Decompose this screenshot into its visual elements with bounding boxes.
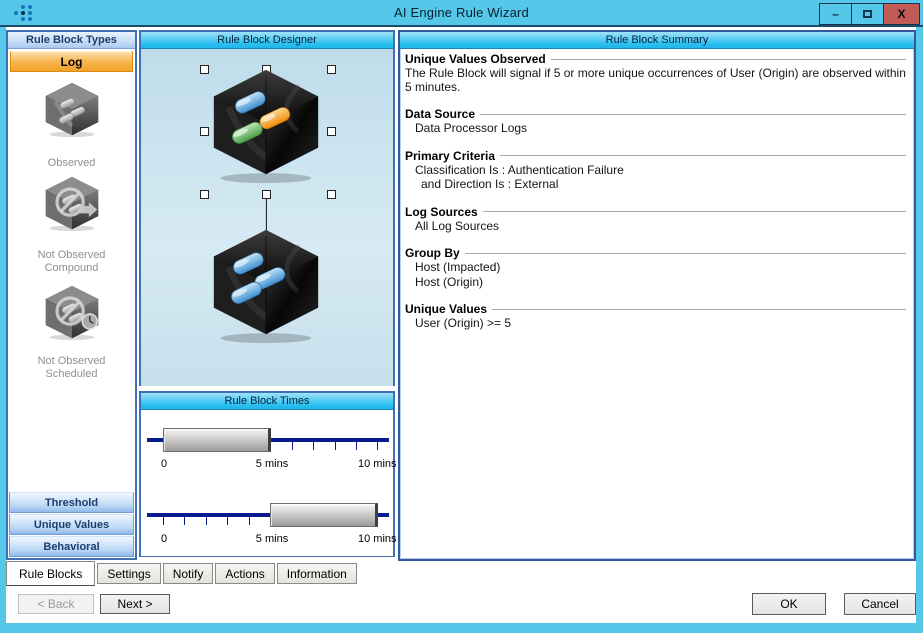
- tab-rule-blocks[interactable]: Rule Blocks: [6, 561, 95, 586]
- ai-engine-rule-wizard-window: AI Engine Rule Wizard – X Rule Block Typ…: [0, 0, 923, 633]
- close-button[interactable]: X: [883, 3, 920, 25]
- rule-block-summary-panel: Rule Block Summary Unique Values Observe…: [398, 30, 916, 561]
- type-item-not-observed-scheduled[interactable]: Not Observed Scheduled: [8, 284, 135, 381]
- summary-line: The Rule Block will signal if 5 or more …: [405, 67, 908, 94]
- rule-block-designer-panel: Rule Block Designer: [139, 30, 395, 386]
- tab-bar: Rule Blocks Settings Notify Actions Info…: [6, 561, 359, 587]
- maximize-button[interactable]: [851, 3, 884, 25]
- app-logo-icon: [14, 5, 34, 22]
- summary-line: All Log Sources: [405, 220, 908, 234]
- back-button[interactable]: < Back: [18, 594, 94, 614]
- summary-line: Host (Impacted): [405, 261, 908, 275]
- slider-label: 10 mins: [358, 458, 397, 470]
- summary-section: Data Source Data Processor Logs: [405, 107, 908, 136]
- selection-handle[interactable]: [327, 127, 336, 136]
- section-heading: Primary Criteria: [405, 149, 908, 163]
- time-range-slider-1[interactable]: 0 5 mins 10 mins: [147, 422, 389, 478]
- slider-label: 5 mins: [256, 533, 288, 545]
- slider-thumb[interactable]: [163, 428, 271, 452]
- time-range-slider-2[interactable]: 0 5 mins 10 mins: [147, 497, 389, 553]
- times-body: 0 5 mins 10 mins 0 5 mins 10 mins: [141, 410, 393, 556]
- slider-label: 10 mins: [358, 533, 397, 545]
- slider-thumb[interactable]: [270, 503, 378, 527]
- section-heading: Log Sources: [405, 205, 908, 219]
- cancel-button[interactable]: Cancel: [844, 593, 916, 615]
- section-heading: Unique Values Observed: [405, 52, 908, 66]
- tick-mark: [292, 442, 293, 450]
- type-item-not-observed-compound[interactable]: Not Observed Compound: [8, 175, 135, 275]
- tick-mark: [377, 442, 378, 450]
- not-observed-scheduled-cube-icon: [41, 284, 103, 347]
- tab-notify[interactable]: Notify: [163, 563, 214, 584]
- selection-handle[interactable]: [262, 190, 271, 199]
- tick-mark: [335, 442, 336, 450]
- maximize-icon: [863, 10, 872, 18]
- titlebar[interactable]: AI Engine Rule Wizard – X: [0, 0, 923, 27]
- tick-mark: [206, 517, 207, 525]
- minimize-icon: –: [832, 7, 839, 21]
- type-label: Observed: [17, 157, 127, 170]
- tick-mark: [356, 442, 357, 450]
- ok-button[interactable]: OK: [752, 593, 826, 615]
- rule-block-summary-header: Rule Block Summary: [400, 32, 914, 49]
- summary-line: Host (Origin): [405, 276, 908, 290]
- tab-information[interactable]: Information: [277, 563, 357, 584]
- tick-mark: [227, 517, 228, 525]
- not-observed-compound-cube-icon: [41, 175, 103, 238]
- section-heading: Data Source: [405, 107, 908, 121]
- type-label: Not Observed Scheduled: [17, 355, 127, 381]
- tab-actions[interactable]: Actions: [215, 563, 274, 584]
- rule-block-designer-header: Rule Block Designer: [141, 32, 393, 49]
- selection-handle[interactable]: [327, 190, 336, 199]
- observed-cube-icon: [41, 81, 103, 144]
- summary-section: Primary Criteria Classification Is : Aut…: [405, 149, 908, 192]
- tab-settings[interactable]: Settings: [97, 563, 160, 584]
- minimize-button[interactable]: –: [819, 3, 852, 25]
- tick-mark: [313, 442, 314, 450]
- tick-mark: [249, 517, 250, 525]
- rule-block-cube-primary[interactable]: [206, 68, 326, 184]
- selection-handle[interactable]: [200, 190, 209, 199]
- tick-mark: [184, 517, 185, 525]
- tick-mark: [163, 517, 164, 525]
- summary-line: Data Processor Logs: [405, 122, 908, 136]
- summary-section: Log Sources All Log Sources: [405, 205, 908, 234]
- rule-block-times-header: Rule Block Times: [141, 393, 393, 410]
- unique-values-button[interactable]: Unique Values: [9, 514, 134, 535]
- next-button[interactable]: Next >: [100, 594, 170, 614]
- behavioral-button[interactable]: Behavioral: [9, 536, 134, 557]
- window-controls: – X: [820, 3, 920, 25]
- section-heading: Unique Values: [405, 302, 908, 316]
- slider-label: 0: [161, 458, 167, 470]
- designer-canvas[interactable]: [141, 49, 393, 386]
- summary-section: Unique Values Observed The Rule Block wi…: [405, 52, 908, 94]
- summary-line: Classification Is : Authentication Failu…: [405, 164, 908, 178]
- selection-handle[interactable]: [327, 65, 336, 74]
- wizard-content: Rule Block Types Log: [6, 27, 916, 623]
- summary-body: Unique Values Observed The Rule Block wi…: [400, 49, 914, 331]
- log-type-button[interactable]: Log: [10, 51, 133, 72]
- rule-block-cube-secondary[interactable]: [206, 228, 326, 344]
- summary-line: User (Origin) >= 5: [405, 317, 908, 331]
- close-icon: X: [897, 7, 905, 21]
- type-label: Not Observed Compound: [17, 249, 127, 275]
- window-title: AI Engine Rule Wizard: [0, 5, 923, 20]
- slider-label: 0: [161, 533, 167, 545]
- summary-line: and Direction Is : External: [405, 178, 908, 192]
- summary-section: Group By Host (Impacted) Host (Origin): [405, 246, 908, 289]
- rule-block-times-panel: Rule Block Times 0 5 mins 10 mins 0 5 mi…: [139, 391, 395, 557]
- category-buttons: Threshold Unique Values Behavioral: [8, 491, 135, 558]
- summary-section: Unique Values User (Origin) >= 5: [405, 302, 908, 331]
- slider-label: 5 mins: [256, 458, 288, 470]
- section-heading: Group By: [405, 246, 908, 260]
- rule-block-types-panel: Rule Block Types Log: [6, 30, 137, 560]
- threshold-button[interactable]: Threshold: [9, 492, 134, 513]
- rule-block-types-header: Rule Block Types: [8, 32, 135, 49]
- type-item-observed[interactable]: Observed: [8, 81, 135, 170]
